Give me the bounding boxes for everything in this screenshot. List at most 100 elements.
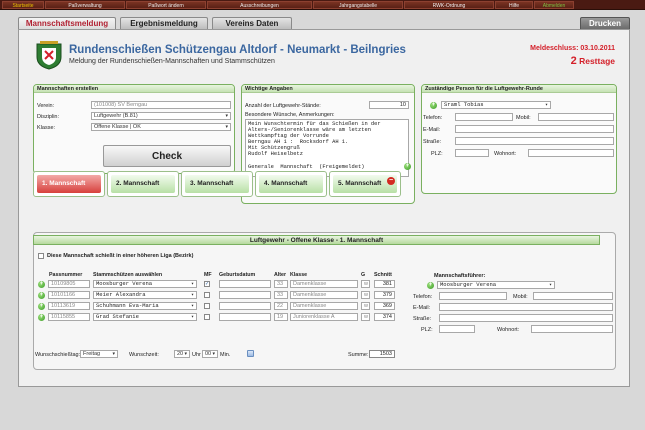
shooter-schnitt[interactable]: 369	[374, 302, 395, 310]
shooter-schnitt[interactable]: 381	[374, 280, 395, 288]
main-panel: Rundenschießen Schützengau Altdorf - Neu…	[18, 29, 630, 387]
col-geburtsdatum: Geburtsdatum	[219, 272, 256, 278]
team-tab-5[interactable]: 5. Mannschaft −	[329, 171, 401, 197]
remaining-days: 2 Resttage	[571, 55, 615, 67]
shooter-age: 22	[274, 302, 288, 310]
shooter-gender: w	[361, 280, 370, 288]
shooter-birthdate[interactable]	[219, 313, 271, 321]
team-tab-4[interactable]: 4. Mannschaft	[255, 171, 327, 197]
shooter-gender: w	[361, 302, 370, 310]
shooter-schnitt[interactable]: 379	[374, 291, 395, 299]
tab-mannschaftsmeldung[interactable]: Mannschaftsmeldung	[18, 17, 116, 29]
calendar-icon[interactable]	[247, 350, 254, 357]
wishes-label: Besondere Wünsche, Anmerkungen:	[245, 112, 335, 118]
shooter-klasse: Damenklasse	[290, 291, 358, 299]
leader-telefon-input[interactable]	[439, 292, 507, 300]
page-subtitle: Meldung der Rundenschießen-Mannschaften …	[69, 58, 275, 65]
disziplin-select[interactable]: Luftgewehr (B.81)	[91, 112, 231, 120]
shooter-pass[interactable]: 10113619	[48, 302, 90, 310]
shooter-select[interactable]: Meier Alexandra	[93, 291, 197, 299]
shooter-add-icon[interactable]: +	[38, 281, 45, 288]
shooter-select[interactable]: Moosburger Verena	[93, 280, 197, 288]
leader-strasse-input[interactable]	[439, 314, 613, 322]
mobil-input[interactable]	[538, 113, 614, 121]
shooter-pass[interactable]: 10101166	[48, 291, 90, 299]
shooter-pass[interactable]: 10109805	[48, 280, 90, 288]
team-tab-3[interactable]: 3. Mannschaft	[181, 171, 253, 197]
shooter-schnitt[interactable]: 374	[374, 313, 395, 321]
remaining-days-count: 2	[570, 55, 577, 67]
shooter-mf-checkbox[interactable]	[204, 292, 210, 298]
col-alter: Alter	[274, 272, 287, 278]
nav-ausschreibungen[interactable]: Ausschreibungen	[207, 1, 312, 9]
remaining-days-label: Resttage	[579, 56, 615, 66]
wunsch-tag-select[interactable]: Freitag	[80, 350, 118, 358]
shooter-birthdate[interactable]	[219, 291, 271, 299]
hour-select[interactable]: 20	[174, 350, 190, 358]
strasse-input[interactable]	[455, 137, 614, 145]
tab-vereinsdaten[interactable]: Vereins Daten	[212, 17, 292, 29]
shooter-mf-checkbox[interactable]: ✓	[204, 281, 210, 287]
shooter-select[interactable]: Grad Stefanie	[93, 313, 197, 321]
add-person-icon[interactable]: +	[430, 102, 437, 109]
summe-label: Summe:	[348, 352, 369, 358]
higher-league-checkbox[interactable]	[38, 253, 44, 259]
stands-label: Anzahl der Luftgewehr-Stände:	[245, 103, 321, 109]
gau-logo	[36, 41, 62, 70]
shooter-birthdate[interactable]	[219, 302, 271, 310]
col-passnummer: Passnummer	[49, 272, 83, 278]
col-klasse: Klasse	[290, 272, 308, 278]
team-tab-1[interactable]: 1. Mannschaft	[33, 171, 105, 197]
add-leader-icon[interactable]: +	[427, 282, 434, 289]
team-tab-2[interactable]: 2. Mannschaft	[107, 171, 179, 197]
nav-rwk-ordnung[interactable]: RWK-Ordnung	[404, 1, 494, 9]
shooter-select[interactable]: Schuhmann Eva-Maria	[93, 302, 197, 310]
leader-mobil-input[interactable]	[533, 292, 613, 300]
nav-jahrgangstabelle[interactable]: Jahrgangstabelle	[313, 1, 403, 9]
shooter-klasse: Damenklasse	[290, 280, 358, 288]
page-title: Rundenschießen Schützengau Altdorf - Neu…	[69, 44, 406, 56]
col-g: G	[361, 272, 366, 278]
team-detail-header: Luftgewehr - Offene Klasse - 1. Mannscha…	[33, 235, 600, 245]
nav-startseite[interactable]: Startseite	[2, 1, 44, 9]
remove-team-icon[interactable]: −	[387, 177, 395, 185]
shooter-add-icon[interactable]: +	[38, 314, 45, 321]
person-select[interactable]: Sraml Tobias	[441, 101, 551, 109]
info-heading: Wichtige Angaben	[242, 85, 414, 93]
telefon-input[interactable]	[455, 113, 513, 121]
wohnort-input[interactable]	[528, 149, 614, 157]
verein-field[interactable]: (101008) SV Berngau	[91, 101, 231, 109]
team-tab-label: 1. Mannschaft	[37, 175, 101, 193]
shooter-pass[interactable]: 10115855	[48, 313, 90, 321]
klasse-select[interactable]: Offene Klasse | OK	[91, 123, 231, 131]
wishes-textarea[interactable]: Mein Wunschtermin für das Schießen in de…	[245, 119, 409, 177]
nav-passverwaltung[interactable]: Paßverwaltung	[45, 1, 125, 9]
leader-plz-input[interactable]	[439, 325, 475, 333]
nav-passwort[interactable]: Paßwort ändern	[126, 1, 206, 9]
email-label: E-Mail:	[423, 127, 441, 133]
nav-hilfe[interactable]: Hilfe	[495, 1, 533, 9]
tab-bar: Mannschaftsmeldung Ergebnismeldung Verei…	[18, 17, 630, 29]
nav-abmelden[interactable]: Abmelden	[534, 1, 574, 9]
plz-input[interactable]	[455, 149, 489, 157]
klasse-label: Klasse:	[37, 125, 56, 131]
shooter-add-icon[interactable]: +	[38, 292, 45, 299]
leader-wohnort-input[interactable]	[531, 325, 613, 333]
verein-label: Verein:	[37, 103, 55, 109]
minute-select[interactable]: 00	[202, 350, 218, 358]
leader-wohnort-label: Wohnort:	[497, 327, 520, 333]
tab-ergebnismeldung[interactable]: Ergebnismeldung	[120, 17, 208, 29]
leader-mobil-label: Mobil:	[513, 294, 528, 300]
leader-telefon-label: Telefon:	[413, 294, 433, 300]
shooter-birthdate[interactable]	[219, 280, 271, 288]
shooter-mf-checkbox[interactable]	[204, 314, 210, 320]
shooter-mf-checkbox[interactable]	[204, 303, 210, 309]
email-input[interactable]	[455, 125, 614, 133]
leader-email-input[interactable]	[439, 303, 613, 311]
add-team-icon[interactable]: +	[404, 163, 411, 170]
leader-select[interactable]: Moosburger Verena	[437, 281, 555, 289]
print-button[interactable]: Drucken	[580, 17, 630, 29]
stands-input[interactable]: 10	[369, 101, 409, 109]
shooter-add-icon[interactable]: +	[38, 303, 45, 310]
check-button[interactable]: Check	[103, 145, 231, 167]
